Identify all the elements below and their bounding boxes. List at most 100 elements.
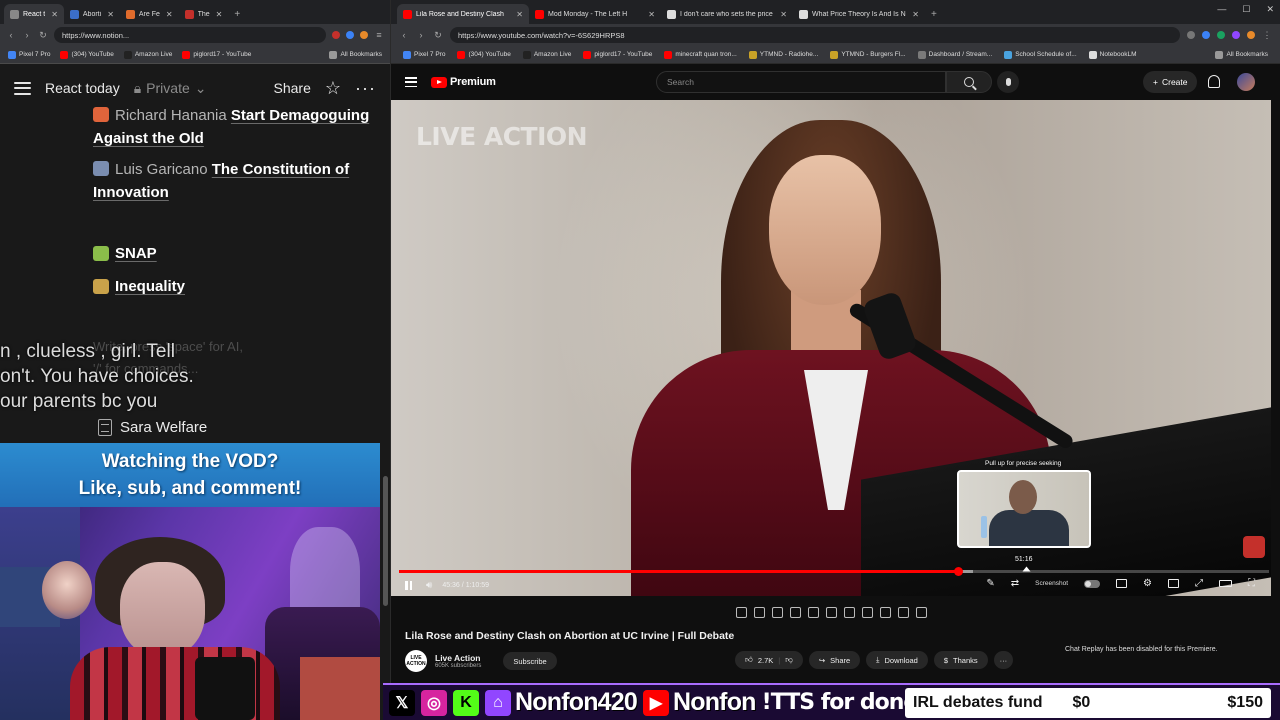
progress-bar[interactable] xyxy=(399,567,1269,576)
new-tab-icon[interactable]: + xyxy=(925,4,943,24)
browser-tab[interactable]: The ✕ xyxy=(179,4,229,24)
subtitles-icon[interactable] xyxy=(1116,579,1128,588)
bookmark-item[interactable]: School Schedule of... xyxy=(1004,50,1077,59)
audio-icon[interactable] xyxy=(754,606,765,618)
bookmark-item[interactable]: piglord17 - YouTube xyxy=(182,50,251,59)
settings-gear-icon[interactable]: ⚙ xyxy=(1143,578,1152,589)
channel-avatar[interactable]: LIVE ACTION xyxy=(405,650,427,672)
profile-icon[interactable] xyxy=(360,31,368,39)
bookmark-item[interactable]: Pixel 7 Pro xyxy=(403,50,445,59)
minimize-icon[interactable]: — xyxy=(1217,4,1226,15)
pen-icon[interactable]: ✎ xyxy=(986,578,994,589)
bookmark-item[interactable]: YTMND - Burgers Fl... xyxy=(830,50,906,59)
bookmark-item[interactable]: Amazon Live xyxy=(522,50,571,59)
category-page-link[interactable]: Inequality xyxy=(93,275,373,298)
thanks-button[interactable]: $ Thanks xyxy=(933,651,988,669)
left-url-bar[interactable]: https://www.notion... xyxy=(54,27,326,43)
voice-search-button[interactable] xyxy=(997,71,1019,93)
notion-scrollbar[interactable] xyxy=(383,112,388,606)
menu-icon[interactable]: ⋮ xyxy=(1262,30,1272,41)
menu-icon[interactable]: ≡ xyxy=(374,30,384,40)
bookmark-item[interactable]: YTMND - Radiohe... xyxy=(748,50,818,59)
fullscreen-arrows-icon[interactable]: ⤢ xyxy=(1195,578,1203,589)
video-fx-icon[interactable] xyxy=(772,606,783,618)
fullscreen-icon[interactable]: ⛶ xyxy=(1248,578,1255,589)
privacy-dropdown[interactable]: 🔒︎ Private ⌄ xyxy=(134,80,207,97)
bookmark-item[interactable]: (304) YouTube xyxy=(457,50,511,59)
reading-list-entry[interactable]: Luis Garicano The Constitution of Innova… xyxy=(93,158,373,204)
account-avatar[interactable] xyxy=(1237,73,1255,91)
guide-menu-icon[interactable] xyxy=(405,77,417,87)
extension-icon[interactable] xyxy=(1202,31,1210,39)
browser-tab[interactable]: Mod Monday - The Left H ✕ xyxy=(529,4,661,24)
more-actions-button[interactable]: ··· xyxy=(993,651,1014,669)
reading-list-entry[interactable]: Richard Hanania Start Demagoguing Agains… xyxy=(93,104,373,150)
tab-close-icon[interactable]: ✕ xyxy=(107,10,114,19)
create-button[interactable]: + Create xyxy=(1143,71,1198,93)
loop-segment-icon[interactable] xyxy=(736,606,747,618)
browser-tab[interactable]: I don't care who sets the price ✕ xyxy=(661,4,793,24)
thumbs-down-icon[interactable]: 👎︎ xyxy=(785,655,793,665)
tab-close-icon[interactable]: ✕ xyxy=(51,10,58,19)
browser-tab[interactable]: React t ✕ xyxy=(4,4,64,24)
bookmark-item[interactable]: minecraft quan tron... xyxy=(664,50,737,59)
loop-icon[interactable]: ⇄ xyxy=(1011,578,1019,589)
layout-icon[interactable] xyxy=(826,606,837,618)
extension-icon[interactable] xyxy=(346,31,354,39)
back-icon[interactable]: ‹ xyxy=(6,30,16,40)
camera-icon[interactable] xyxy=(898,606,909,618)
crop-icon[interactable] xyxy=(808,606,819,618)
reload-icon[interactable]: ↻ xyxy=(433,30,443,41)
extension-icon[interactable] xyxy=(1217,31,1225,39)
notifications-bell-icon[interactable] xyxy=(1208,75,1220,88)
forward-icon[interactable]: › xyxy=(416,30,426,40)
picture-in-picture-icon[interactable] xyxy=(880,606,891,618)
browser-tab[interactable]: Lila Rose and Destiny Clash ✕ xyxy=(397,4,529,24)
tab-close-icon[interactable]: ✕ xyxy=(648,10,655,19)
bookmark-item[interactable]: piglord17 - YouTube xyxy=(583,50,652,59)
bookmark-item[interactable]: Dashboard / Stream... xyxy=(917,50,992,59)
speed-icon[interactable] xyxy=(862,606,873,618)
tab-close-icon[interactable]: ✕ xyxy=(780,10,787,19)
browser-tab[interactable]: Aborti ✕ xyxy=(64,4,120,24)
download-button[interactable]: ⤓ Download xyxy=(866,651,928,669)
bookmark-item[interactable]: (304) YouTube xyxy=(60,50,114,59)
bookmark-item[interactable]: All Bookmarks xyxy=(1215,50,1268,59)
reload-icon[interactable]: ↻ xyxy=(38,30,48,41)
share-button[interactable]: ↪ Share xyxy=(808,651,861,669)
bookmark-item[interactable]: Amazon Live xyxy=(123,50,172,59)
tab-close-icon[interactable]: ✕ xyxy=(516,10,523,19)
extension-icon[interactable] xyxy=(1187,31,1195,39)
subscribe-button[interactable]: Subscribe xyxy=(503,652,557,670)
right-url-bar[interactable]: https://www.youtube.com/watch?v=-6S629HR… xyxy=(450,27,1180,43)
extension-settings-icon[interactable] xyxy=(916,606,927,618)
extension-icon[interactable] xyxy=(1232,31,1240,39)
subscribe-watermark-icon[interactable] xyxy=(1243,536,1265,558)
profile-icon[interactable] xyxy=(1247,31,1255,39)
forward-icon[interactable]: › xyxy=(22,30,32,40)
close-icon[interactable]: ✕ xyxy=(1266,4,1274,15)
new-tab-icon[interactable]: + xyxy=(228,4,246,24)
page-title[interactable]: React today xyxy=(45,80,120,96)
like-button[interactable]: 👍︎ 2.7K | 👎︎ xyxy=(735,651,803,669)
frame-icon[interactable] xyxy=(844,606,855,618)
tab-close-icon[interactable]: ✕ xyxy=(216,10,223,19)
screenshot-toggle[interactable] xyxy=(1084,579,1101,588)
browser-tab[interactable]: Are Fe ✕ xyxy=(120,4,179,24)
maximize-icon[interactable]: ☐ xyxy=(1242,4,1250,15)
bookmark-item[interactable]: NotebookLM xyxy=(1088,50,1137,59)
volume-icon[interactable]: 🔊︎ xyxy=(426,580,432,591)
sidebar-menu-icon[interactable] xyxy=(14,81,31,95)
pause-button[interactable] xyxy=(405,580,412,590)
search-button[interactable] xyxy=(946,71,992,93)
tab-close-icon[interactable]: ✕ xyxy=(166,10,173,19)
video-player[interactable]: LIVE ACTION xyxy=(391,100,1271,596)
star-icon[interactable]: ☆ xyxy=(325,78,341,99)
tab-close-icon[interactable]: ✕ xyxy=(912,10,919,19)
miniplayer-icon[interactable] xyxy=(1168,579,1179,588)
browser-tab[interactable]: What Price Theory Is And Is No ✕ xyxy=(793,4,925,24)
share-button[interactable]: Share xyxy=(274,80,311,96)
category-page-link[interactable]: SNAP xyxy=(93,242,373,265)
back-icon[interactable]: ‹ xyxy=(399,30,409,40)
page-link-sara-welfare[interactable]: Sara Welfare xyxy=(98,419,207,436)
